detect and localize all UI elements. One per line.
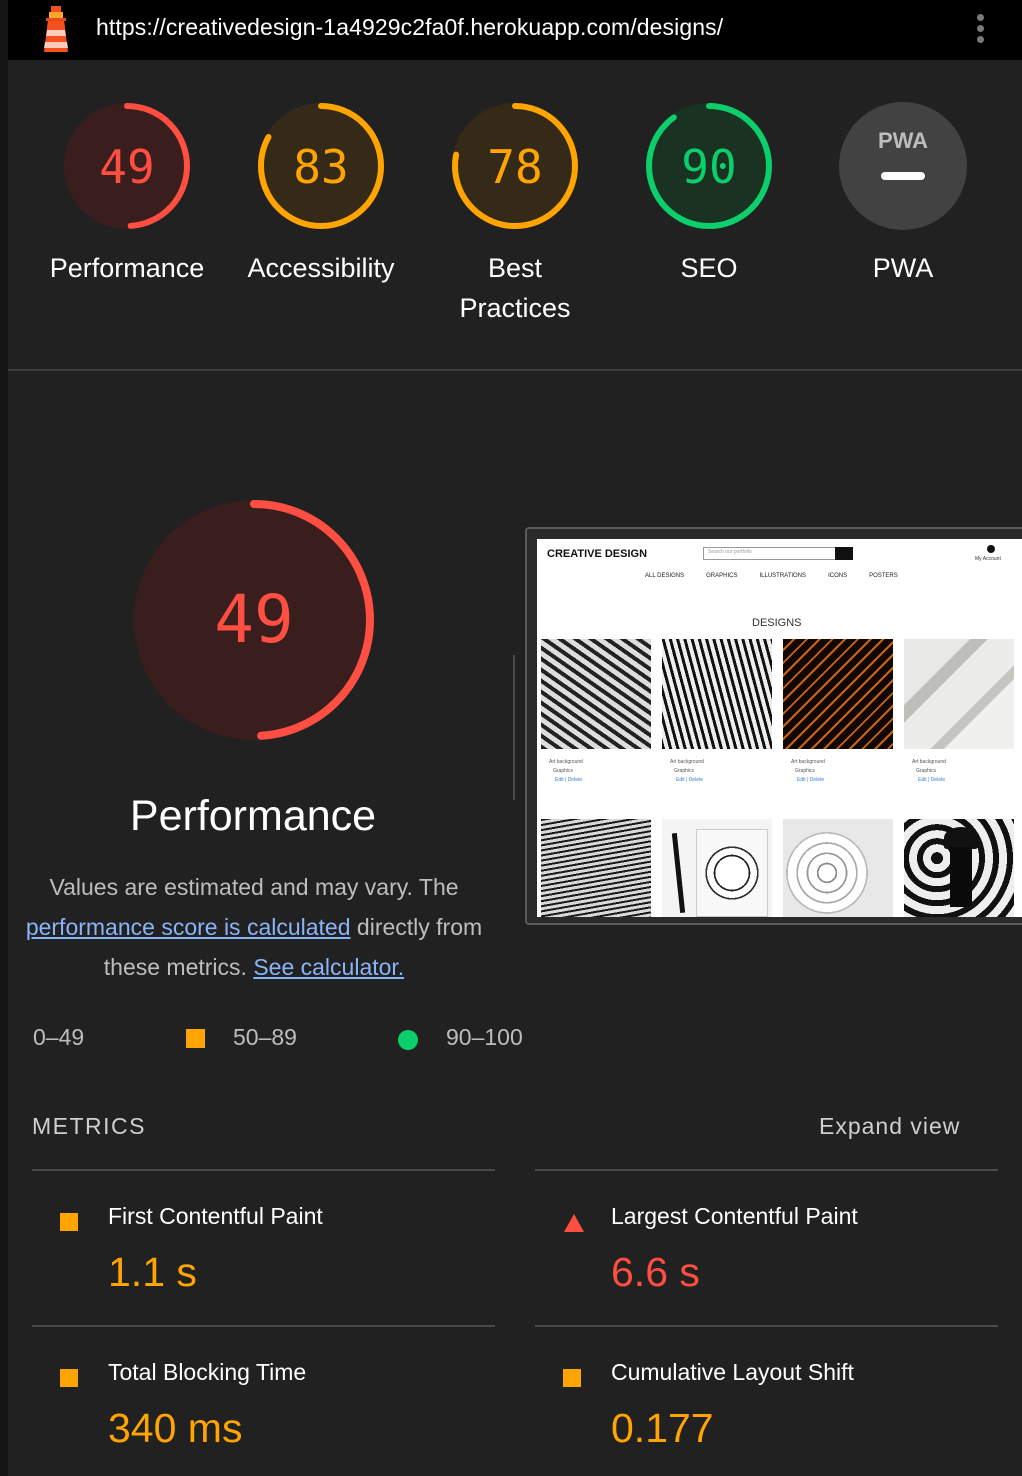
shot-nav-item: GRAPHICS	[706, 573, 738, 579]
shot-card-title: Art background	[912, 759, 946, 765]
metric-value: 6.6 s	[611, 1249, 700, 1295]
metric-label: First Contentful Paint	[108, 1203, 323, 1229]
shot-card-actions: Edit | Delete	[797, 777, 825, 783]
fail-triangle-icon	[0, 1028, 10, 1048]
score-calculated-link[interactable]: performance score is calculated	[26, 914, 351, 940]
shot-card-category: Graphics	[916, 768, 937, 774]
metric-divider	[535, 1169, 998, 1171]
shot-card-title: Art background	[670, 759, 704, 765]
gauge-accessibility-label: Accessibility	[247, 253, 395, 283]
shot-card-category: Graphics	[795, 768, 816, 774]
shot-image	[783, 639, 893, 749]
shot-card-title: Art background	[549, 759, 583, 765]
shot-nav-item: POSTERS	[869, 573, 898, 579]
shot-image	[662, 639, 772, 749]
gauge-performance-score: 49	[99, 140, 154, 194]
address-bar: https://creativedesign-1a4929c2fa0f.hero…	[0, 0, 1022, 60]
left-edge	[0, 60, 8, 1476]
legend-fail: 0–49	[33, 1024, 85, 1050]
metric-total-blocking-time: Total Blocking Time 340 ms	[32, 1359, 492, 1476]
shot-heading: DESIGNS	[752, 617, 802, 629]
metric-value: 340 ms	[108, 1405, 243, 1451]
pass-circle-icon	[398, 1030, 418, 1050]
average-square-icon	[563, 1369, 581, 1387]
shot-card-category: Graphics	[674, 768, 695, 774]
gauge-accessibility[interactable]: 83 Accessibility	[223, 100, 419, 288]
category-gauges: 49 Performance 83 Accessibility 78 Best …	[8, 60, 1022, 371]
performance-main-score: 49	[214, 581, 293, 658]
shot-account-icon	[987, 545, 995, 553]
gauge-performance-ring: 49	[64, 103, 190, 229]
shot-card-actions: Edit | Delete	[918, 777, 946, 783]
metric-divider	[32, 1169, 495, 1171]
gauge-seo-label: SEO	[680, 253, 738, 283]
gauge-accessibility-score: 83	[293, 140, 348, 194]
shot-image	[904, 819, 1014, 917]
shot-search-placeholder: Search our portfolio	[708, 549, 752, 555]
shot-image	[904, 639, 1014, 749]
shot-image	[783, 819, 893, 917]
pwa-badge-text: PWA	[878, 128, 928, 153]
gauge-best-practices-score: 78	[487, 140, 542, 194]
legend-average: 50–89	[233, 1024, 297, 1050]
metric-value: 1.1 s	[108, 1249, 197, 1295]
gauge-pwa-label: PWA	[872, 253, 934, 283]
pwa-badge-icon: PWA	[839, 102, 967, 230]
performance-main-gauge: 49	[134, 500, 374, 740]
lighthouse-icon	[44, 6, 68, 52]
shot-search-input: Search our portfolio	[703, 547, 853, 560]
performance-description: Values are estimated and may vary. The p…	[8, 867, 500, 987]
screenshot-divider	[513, 655, 515, 800]
shot-brand: CREATIVE DESIGN	[547, 548, 648, 560]
gauge-best-practices[interactable]: 78 Best Practices	[417, 100, 613, 328]
legend-pass: 90–100	[446, 1024, 523, 1050]
shot-nav-item: ILLUSTRATIONS	[759, 573, 807, 579]
shot-nav-item: ALL DESIGNS	[645, 573, 685, 579]
page-screenshot[interactable]: CREATIVE DESIGN Search our portfolio My …	[525, 527, 1022, 925]
shot-card-category: Graphics	[553, 768, 574, 774]
shot-card-actions: Edit | Delete	[676, 777, 704, 783]
desc-text-1: Values are estimated and may vary. The	[49, 874, 459, 900]
gauge-best-practices-ring: 78	[452, 103, 578, 229]
metric-label: Total Blocking Time	[108, 1359, 307, 1385]
screenshot-page: CREATIVE DESIGN Search our portfolio My …	[537, 539, 1022, 917]
shot-image	[541, 639, 651, 749]
gauge-performance-label: Performance	[49, 253, 205, 283]
gauge-accessibility-ring: 83	[258, 103, 384, 229]
shot-card-actions: Edit | Delete	[555, 777, 583, 783]
average-square-icon	[186, 1029, 205, 1048]
see-calculator-link[interactable]: See calculator.	[253, 954, 404, 980]
expand-view-button[interactable]: Expand view	[819, 1113, 960, 1140]
shot-card-title: Art background	[791, 759, 825, 765]
metric-label: Cumulative Layout Shift	[611, 1359, 854, 1385]
gauge-performance[interactable]: 49 Performance	[29, 100, 225, 288]
url-text[interactable]: https://creativedesign-1a4929c2fa0f.hero…	[96, 14, 723, 41]
gauge-pwa[interactable]: PWA PWA	[805, 100, 1001, 288]
metric-first-contentful-paint: First Contentful Paint 1.1 s	[32, 1203, 492, 1333]
shot-nav-item: ICONS	[828, 573, 848, 579]
metric-cumulative-layout-shift: Cumulative Layout Shift 0.177	[535, 1359, 995, 1476]
metrics-heading: METRICS	[32, 1113, 146, 1139]
shot-account-label: My Account	[975, 556, 1001, 562]
shot-nav: ALL DESIGNS GRAPHICS ILLUSTRATIONS ICONS…	[645, 573, 915, 579]
metric-label: Largest Contentful Paint	[611, 1203, 858, 1229]
gauge-seo-score: 90	[681, 140, 736, 194]
fail-triangle-icon	[564, 1214, 584, 1232]
gauge-best-practices-label: Best Practices	[459, 253, 571, 323]
metric-largest-contentful-paint: Largest Contentful Paint 6.6 s	[535, 1203, 995, 1333]
performance-heading: Performance	[129, 792, 377, 840]
shot-image	[662, 819, 772, 917]
gauge-seo[interactable]: 90 SEO	[611, 100, 807, 288]
shot-image	[541, 819, 651, 917]
more-options-icon[interactable]	[966, 10, 994, 50]
metric-value: 0.177	[611, 1405, 714, 1451]
gauge-seo-ring: 90	[646, 103, 772, 229]
shot-search-icon	[835, 547, 853, 560]
average-square-icon	[60, 1213, 78, 1231]
average-square-icon	[60, 1369, 78, 1387]
